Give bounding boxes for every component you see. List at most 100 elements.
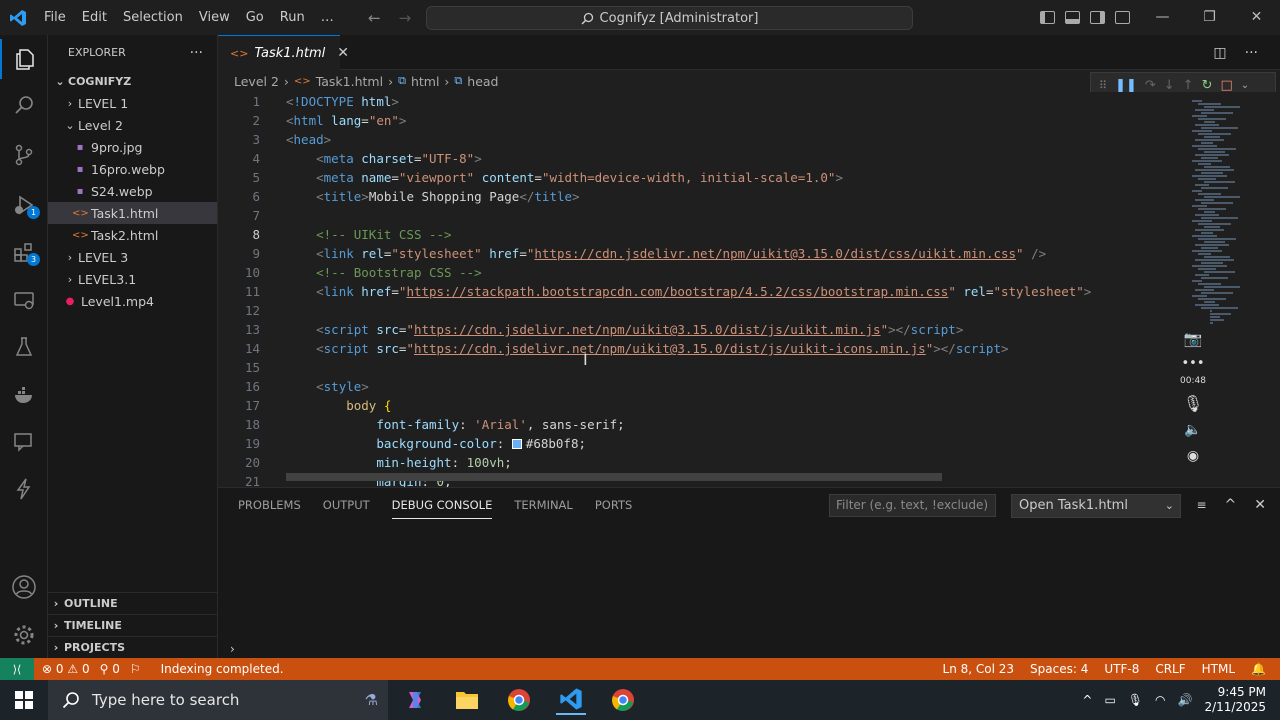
tree-item[interactable]: ▪ 16pro.webp — [48, 158, 217, 180]
wifi-icon[interactable]: ◠ — [1155, 693, 1165, 707]
run-debug-icon[interactable]: 1 — [0, 185, 48, 225]
step-over-icon[interactable]: ↷ — [1145, 78, 1156, 93]
debug-session-select[interactable]: Open Task1.html ⌄ — [1011, 494, 1181, 518]
chat-icon[interactable] — [0, 422, 48, 462]
pause-icon[interactable]: ❚❚ — [1115, 78, 1137, 93]
forward-arrow-icon[interactable]: → — [399, 9, 412, 27]
menu-selection[interactable]: Selection — [115, 0, 191, 35]
chrome-icon[interactable] — [608, 685, 638, 715]
source-control-icon[interactable] — [0, 135, 48, 175]
start-button[interactable] — [0, 680, 48, 720]
tab-problems[interactable]: PROBLEMS — [238, 498, 301, 512]
tab-task1-html[interactable]: <> Task1.html ✕ — [218, 35, 349, 70]
tab-debug-console[interactable]: DEBUG CONSOLE — [391, 498, 493, 519]
minimap[interactable] — [1188, 92, 1268, 324]
ports-indicator[interactable]: ⚲ 0 — [100, 662, 120, 676]
workspace-root[interactable]: ⌄ COGNIFYZ — [48, 70, 217, 92]
menu-edit[interactable]: Edit — [74, 0, 115, 35]
tree-item[interactable]: ▪ S24.webp — [48, 180, 217, 202]
tree-item[interactable]: › LEVEL 1 — [48, 92, 217, 114]
close-tab-icon[interactable]: ✕ — [337, 45, 349, 61]
console-prompt-icon[interactable]: › — [230, 642, 235, 656]
remote-explorer-icon[interactable] — [0, 280, 48, 320]
more-icon[interactable]: ••• — [1176, 356, 1210, 371]
clock[interactable]: 9:45 PM 2/11/2025 — [1204, 685, 1266, 715]
breadcrumb-html[interactable]: html — [411, 74, 439, 89]
taskbar-search[interactable]: Type here to search ⚗ — [48, 680, 388, 720]
tab-output[interactable]: OUTPUT — [323, 498, 370, 512]
breadcrumb-file[interactable]: Task1.html — [316, 74, 383, 89]
minimize-icon[interactable]: — — [1139, 0, 1186, 35]
line-ending[interactable]: CRLF — [1155, 662, 1185, 676]
clear-console-icon[interactable]: ≡ — [1196, 498, 1206, 512]
step-into-icon[interactable]: ↓ — [1164, 78, 1175, 93]
timeline-section[interactable]: › TIMELINE — [48, 614, 218, 636]
problems-indicator[interactable]: ⊗ 0 ⚠ 0 — [42, 662, 90, 676]
docker-icon[interactable] — [0, 375, 48, 415]
tree-item[interactable]: › LEVEL3.1 — [48, 268, 217, 290]
horizontal-scrollbar[interactable] — [286, 473, 942, 481]
tab-ports[interactable]: PORTS — [595, 498, 632, 512]
back-arrow-icon[interactable]: ← — [368, 9, 381, 27]
projects-section[interactable]: › PROJECTS — [48, 636, 218, 658]
tree-item[interactable]: <> Task2.html — [48, 224, 217, 246]
microphone-icon[interactable]: 🎙 — [1176, 394, 1210, 413]
breadcrumb-head[interactable]: head — [467, 74, 498, 89]
speaker-icon[interactable]: 🔈 — [1176, 422, 1210, 438]
menu-file[interactable]: File — [36, 0, 74, 35]
chevron-down-icon[interactable]: ⌄ — [1241, 80, 1249, 91]
remote-indicator[interactable]: ⟩⟨ — [0, 658, 34, 680]
settings-gear-icon[interactable] — [0, 615, 48, 655]
menu-go[interactable]: Go — [238, 0, 272, 35]
tree-item[interactable]: › LEVEL 3 — [48, 246, 217, 268]
explorer-icon[interactable] — [0, 39, 48, 79]
battery-icon[interactable]: ▭ — [1104, 693, 1115, 707]
menu-more[interactable]: … — [313, 0, 342, 35]
command-center-search[interactable]: Cognifyz [Administrator] — [426, 6, 913, 30]
notifications-bell-icon[interactable]: 🔔 — [1251, 662, 1266, 676]
close-panel-icon[interactable]: ✕ — [1254, 497, 1266, 513]
restart-icon[interactable]: ↻ — [1202, 78, 1213, 93]
tree-item[interactable]: ⌄ Level 2 — [48, 114, 217, 136]
show-hidden-icons-icon[interactable]: ^ — [1082, 693, 1092, 707]
toggle-panel-icon[interactable] — [1065, 11, 1080, 24]
chrome-profile-icon[interactable] — [504, 685, 534, 715]
restore-icon[interactable]: ❐ — [1186, 0, 1233, 35]
language-mode[interactable]: HTML — [1202, 662, 1235, 676]
tree-item[interactable]: ▪ 9pro.jpg — [48, 136, 217, 158]
testing-icon[interactable] — [0, 327, 48, 367]
close-window-icon[interactable]: ✕ — [1233, 0, 1280, 35]
outline-section[interactable]: › OUTLINE — [48, 592, 218, 614]
maximize-panel-icon[interactable]: ^ — [1225, 497, 1237, 513]
vscode-taskbar-icon[interactable] — [556, 685, 586, 715]
copilot-icon[interactable] — [400, 685, 430, 715]
menu-run[interactable]: Run — [272, 0, 313, 35]
code-editor[interactable]: 1 <!DOCTYPE html> 2 <html lang="en"> 3 <head>… — [218, 92, 1280, 487]
tree-item[interactable]: <> Task1.html — [48, 202, 217, 224]
file-explorer-icon[interactable] — [452, 685, 482, 715]
more-actions-icon[interactable]: ··· — [1245, 45, 1258, 61]
stop-icon[interactable]: □ — [1220, 78, 1232, 93]
encoding[interactable]: UTF-8 — [1104, 662, 1139, 676]
drag-handle-icon[interactable]: ⠿ — [1099, 79, 1107, 92]
tab-terminal[interactable]: TERMINAL — [514, 498, 572, 512]
filter-input[interactable]: Filter (e.g. text, !exclude) — [829, 494, 996, 517]
indentation[interactable]: Spaces: 4 — [1030, 662, 1088, 676]
toggle-sidebar-icon[interactable] — [1040, 11, 1055, 24]
webcam-icon[interactable]: ◉ — [1176, 448, 1210, 464]
volume-icon[interactable]: 🔊 — [1178, 693, 1193, 707]
toggle-secondary-sidebar-icon[interactable] — [1090, 11, 1105, 24]
debug-launch-icon[interactable]: ⚐ — [130, 662, 141, 676]
split-editor-icon[interactable]: ◫ — [1213, 45, 1226, 61]
account-icon[interactable] — [0, 567, 48, 607]
tree-item[interactable]: ● Level1.mp4 — [48, 290, 217, 312]
extensions-icon[interactable]: 3 — [0, 233, 48, 273]
more-actions-icon[interactable]: ··· — [190, 45, 203, 61]
step-out-icon[interactable]: ↑ — [1183, 78, 1194, 93]
menu-view[interactable]: View — [191, 0, 238, 35]
cursor-position[interactable]: Ln 8, Col 23 — [943, 662, 1015, 676]
breadcrumb-folder[interactable]: Level 2 — [234, 74, 279, 89]
lightning-icon[interactable] — [0, 469, 48, 509]
search-view-icon[interactable] — [0, 85, 48, 125]
customize-layout-icon[interactable] — [1115, 11, 1130, 24]
